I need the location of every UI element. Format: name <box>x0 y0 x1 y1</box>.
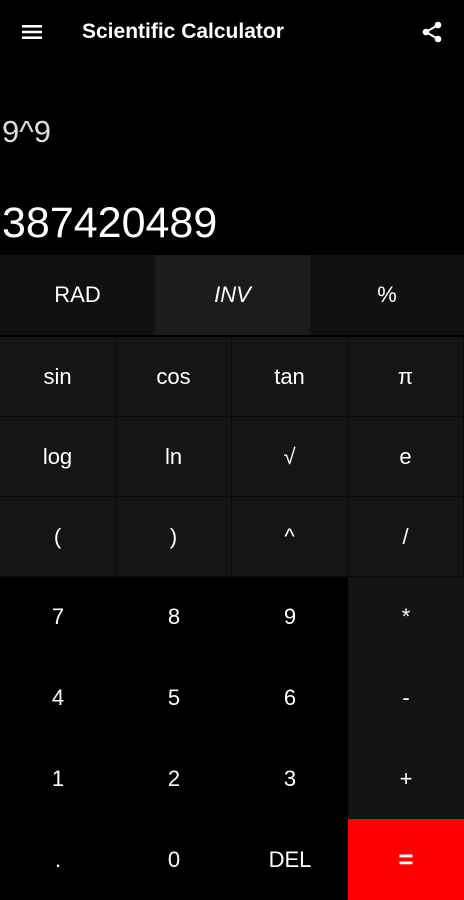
delete-key[interactable]: DEL <box>232 819 348 900</box>
decimal-key[interactable]: . <box>0 819 116 900</box>
digit-0-key[interactable]: 0 <box>116 819 232 900</box>
digit-4-key[interactable]: 4 <box>0 657 116 738</box>
app-title: Scientific Calculator <box>82 20 284 43</box>
power-key[interactable]: ^ <box>232 497 348 577</box>
app-bar: Scientific Calculator <box>0 0 464 64</box>
subtract-key[interactable]: - <box>348 657 464 738</box>
digit-3-key[interactable]: 3 <box>232 738 348 819</box>
digit-1-key[interactable]: 1 <box>0 738 116 819</box>
mode-row: RAD INV % <box>0 255 464 335</box>
ln-key[interactable]: ln <box>116 417 232 497</box>
share-icon <box>422 21 442 43</box>
divide-key[interactable]: / <box>348 497 464 577</box>
rad-key[interactable]: RAD <box>0 255 155 335</box>
result-display: 387420489 <box>2 199 218 247</box>
e-key[interactable]: e <box>348 417 464 497</box>
cos-key[interactable]: cos <box>116 337 232 417</box>
menu-button[interactable] <box>14 14 50 50</box>
digit-9-key[interactable]: 9 <box>232 577 348 657</box>
sqrt-key[interactable]: √ <box>232 417 348 497</box>
inv-key[interactable]: INV <box>155 255 310 335</box>
digit-6-key[interactable]: 6 <box>232 657 348 738</box>
share-button[interactable] <box>414 14 450 50</box>
digit-7-key[interactable]: 7 <box>0 577 116 657</box>
tan-key[interactable]: tan <box>232 337 348 417</box>
multiply-key[interactable]: * <box>348 577 464 657</box>
digit-8-key[interactable]: 8 <box>116 577 232 657</box>
digit-5-key[interactable]: 5 <box>116 657 232 738</box>
keypad: sin cos tan π log ln √ e ( ) ^ / 7 8 9 *… <box>0 337 464 900</box>
hamburger-menu-icon <box>22 25 42 39</box>
add-key[interactable]: + <box>348 738 464 819</box>
expression-display: 9^9 <box>2 114 52 149</box>
pi-key[interactable]: π <box>348 337 464 417</box>
close-paren-key[interactable]: ) <box>116 497 232 577</box>
percent-key[interactable]: % <box>310 255 464 335</box>
open-paren-key[interactable]: ( <box>0 497 116 577</box>
log-key[interactable]: log <box>0 417 116 497</box>
sin-key[interactable]: sin <box>0 337 116 417</box>
digit-2-key[interactable]: 2 <box>116 738 232 819</box>
equals-key[interactable]: = <box>348 819 464 900</box>
